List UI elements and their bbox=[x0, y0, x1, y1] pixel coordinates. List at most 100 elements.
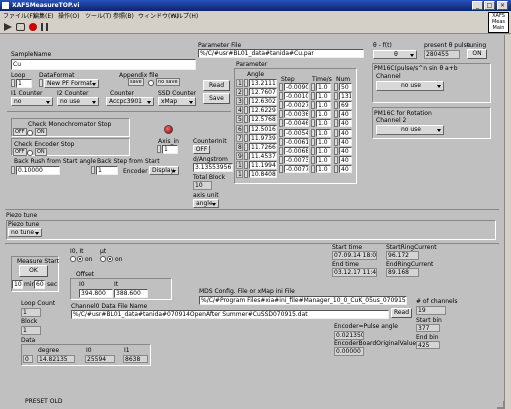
param-step-incdec[interactable] bbox=[279, 101, 283, 110]
param-angle-incdec[interactable] bbox=[244, 142, 248, 151]
menu-operate[interactable]: 操作(O) bbox=[58, 13, 79, 20]
param-time[interactable]: 1.0 bbox=[316, 164, 331, 173]
backrush-input[interactable]: 0.10000 bbox=[16, 166, 60, 175]
param-time-incdec[interactable] bbox=[311, 101, 315, 110]
menu-edit[interactable]: 編集(E) bbox=[33, 13, 53, 20]
appendix-toggle[interactable] bbox=[148, 80, 154, 86]
mono-stop-switch[interactable] bbox=[27, 130, 33, 136]
param-num-incdec[interactable] bbox=[334, 101, 338, 110]
param-step-incdec[interactable] bbox=[279, 92, 283, 101]
param-angle-incdec[interactable] bbox=[244, 106, 248, 115]
param-step[interactable]: -0.00275 bbox=[284, 101, 309, 110]
param-time-incdec[interactable] bbox=[311, 128, 315, 137]
i1-counter-selector[interactable]: no bbox=[11, 97, 53, 106]
save-button[interactable]: Save bbox=[203, 93, 230, 104]
param-num[interactable]: 40 bbox=[339, 137, 352, 146]
appendix-nosave-label[interactable]: no save bbox=[156, 78, 180, 86]
param-step-incdec[interactable] bbox=[279, 83, 283, 91]
param-num-incdec[interactable] bbox=[334, 110, 338, 119]
loop-input[interactable]: 1 bbox=[16, 79, 32, 88]
param-angle-incdec[interactable] bbox=[244, 79, 248, 87]
samplename-input[interactable]: Cu bbox=[11, 59, 196, 70]
param-step[interactable]: -0.00736 bbox=[284, 155, 309, 164]
param-num-incdec[interactable] bbox=[334, 83, 338, 91]
close-button[interactable]: × bbox=[497, 1, 508, 10]
param-time-incdec[interactable] bbox=[311, 146, 315, 155]
param-time-incdec[interactable] bbox=[311, 110, 315, 119]
param-num[interactable]: 40 bbox=[339, 146, 352, 155]
menu-tools[interactable]: ツール(T) bbox=[85, 13, 111, 20]
axis-in-incdec[interactable] bbox=[157, 145, 161, 153]
enc-stop-on[interactable]: ON bbox=[35, 148, 47, 156]
param-time[interactable]: 1.0 bbox=[316, 128, 331, 137]
param-time-incdec[interactable] bbox=[311, 119, 315, 128]
backstep-incdec[interactable] bbox=[91, 166, 95, 174]
param-step[interactable]: -0.00460 bbox=[284, 119, 309, 128]
param-angle-incdec[interactable] bbox=[244, 97, 248, 106]
param-angle-incdec[interactable] bbox=[244, 133, 248, 142]
axisunit-selector[interactable]: angle bbox=[193, 199, 219, 208]
ssd-counter-selector[interactable]: xMap bbox=[158, 97, 196, 106]
param-angle[interactable]: 12.50169 bbox=[249, 124, 277, 133]
param-time[interactable]: 1.0 bbox=[316, 146, 331, 155]
param-angle-incdec[interactable] bbox=[244, 151, 248, 160]
pause-icon[interactable] bbox=[41, 23, 48, 31]
param-step-incdec[interactable] bbox=[279, 164, 283, 173]
parameter-file-path[interactable]: %/C/#usr#BL01_data#tanida#Cu.par bbox=[198, 49, 364, 58]
param-step-incdec[interactable] bbox=[279, 137, 283, 146]
enc-stop-off[interactable]: OFF bbox=[13, 148, 27, 156]
menu-help[interactable]: ヘルプ(H) bbox=[171, 13, 198, 20]
param-angle[interactable]: 11.72667 bbox=[249, 142, 277, 151]
maximize-button[interactable]: □ bbox=[484, 1, 495, 10]
param-step-incdec[interactable] bbox=[279, 110, 283, 119]
param-time[interactable]: 1.0 bbox=[316, 92, 331, 101]
param-time[interactable]: 1.0 bbox=[316, 101, 331, 110]
param-num-incdec[interactable] bbox=[334, 137, 338, 146]
timer-min-input[interactable]: 10 bbox=[12, 280, 23, 289]
param-num[interactable]: 40 bbox=[339, 155, 352, 164]
mds-path[interactable]: %/C/#Program Files#xia#ini_file#Manager_… bbox=[199, 296, 407, 305]
param-angle[interactable]: 13.21110 bbox=[249, 79, 277, 87]
param-angle-incdec[interactable] bbox=[244, 88, 248, 97]
param-time[interactable]: 1.0 bbox=[316, 155, 331, 164]
dangstrom-input[interactable]: 3.1355395678 bbox=[193, 163, 233, 172]
param-angle[interactable]: 11.97398 bbox=[249, 133, 277, 142]
channel-file-path[interactable]: %/C/#usr#BL01_data#tanida#070914OpenAfte… bbox=[71, 310, 389, 319]
run-continuous-icon[interactable] bbox=[16, 23, 25, 31]
param-num[interactable]: 131 bbox=[339, 92, 352, 101]
param-step-incdec[interactable] bbox=[279, 146, 283, 155]
backstep-input[interactable]: 1 bbox=[96, 166, 118, 175]
appendix-save-label[interactable]: save bbox=[128, 78, 144, 86]
menu-browse[interactable]: 参照(B) bbox=[113, 13, 134, 20]
param-num-incdec[interactable] bbox=[334, 92, 338, 101]
run-arrow-icon[interactable] bbox=[4, 23, 12, 31]
read-button[interactable]: Read bbox=[203, 80, 230, 91]
dataformat-incdec[interactable] bbox=[39, 79, 43, 87]
param-angle[interactable]: 10.84083 bbox=[249, 170, 277, 178]
param-step[interactable]: -0.00544 bbox=[284, 128, 309, 137]
enc-stop-switch[interactable] bbox=[27, 150, 33, 156]
resize-grip-icon[interactable] bbox=[497, 401, 505, 409]
param-num[interactable]: 50 bbox=[339, 83, 352, 91]
piezo-tune-selector[interactable]: no tune bbox=[8, 228, 42, 237]
param-angle-incdec[interactable] bbox=[244, 124, 248, 133]
param-time-incdec[interactable] bbox=[311, 92, 315, 101]
pm16c-channel-selector[interactable]: no use bbox=[376, 81, 444, 91]
i0-it-radio[interactable] bbox=[70, 256, 76, 262]
mds-read-button[interactable]: Read bbox=[391, 308, 412, 318]
param-time[interactable]: 1.0 bbox=[316, 137, 331, 146]
param-step[interactable]: -0.00776 bbox=[284, 164, 309, 173]
param-angle[interactable]: 12.57682 bbox=[249, 115, 277, 124]
param-step[interactable]: -0.00368 bbox=[284, 110, 309, 119]
param-step[interactable]: -0.00682 bbox=[284, 146, 309, 155]
param-time[interactable]: 1.0 bbox=[316, 83, 331, 91]
param-angle-incdec[interactable] bbox=[244, 115, 248, 124]
param-num[interactable]: 69 bbox=[339, 101, 352, 110]
param-time[interactable]: 1.0 bbox=[316, 110, 331, 119]
display-selector[interactable]: Display bbox=[149, 166, 179, 175]
mut-radio-on[interactable] bbox=[107, 256, 113, 262]
offset-it-value[interactable]: 388.600 bbox=[114, 289, 148, 298]
tuning-button[interactable]: ON bbox=[467, 49, 487, 59]
mono-stop-off[interactable]: OFF bbox=[13, 128, 27, 136]
abort-stop-icon[interactable] bbox=[29, 23, 37, 31]
